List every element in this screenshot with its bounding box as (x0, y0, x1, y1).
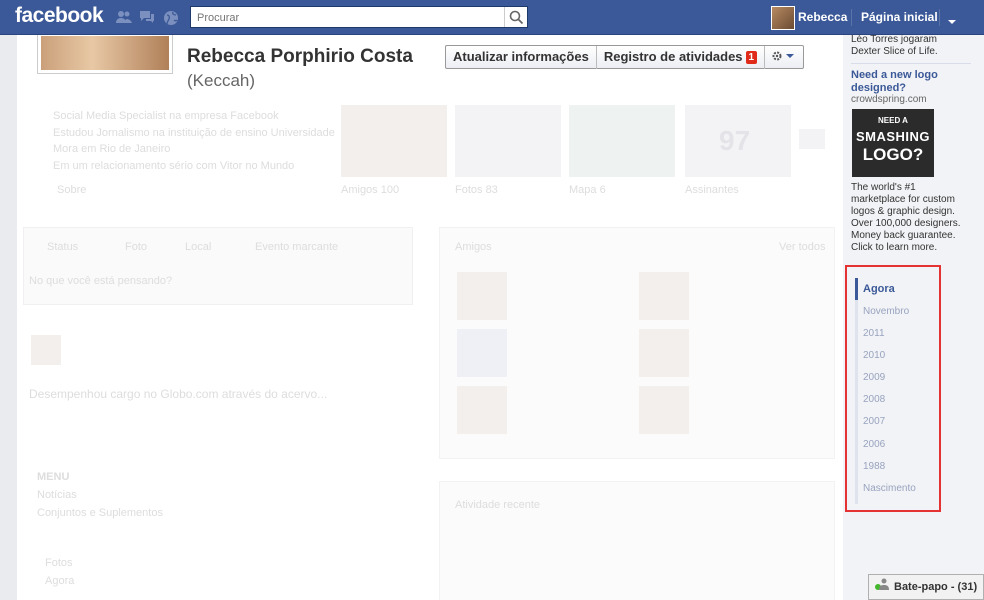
ad-divider (851, 63, 971, 64)
timeline-item-birth[interactable]: Nascimento (863, 483, 916, 494)
tile-label: Assinantes (685, 184, 739, 196)
subscribers-count: 97 (719, 125, 751, 156)
friend-thumb[interactable] (457, 329, 507, 377)
timeline-item-year[interactable]: 2010 (863, 350, 885, 361)
menu-item[interactable]: Agora (45, 575, 74, 587)
tile-label: Sobre (57, 184, 87, 196)
timeline-item-year[interactable]: 2011 (863, 328, 885, 339)
about-line: Mora em Rio de Janeiro (53, 143, 171, 155)
post-avatar (31, 335, 61, 365)
friend-thumb[interactable] (639, 272, 689, 320)
timeline-item-year[interactable]: 2007 (863, 416, 885, 427)
about-line: Estudou Jornalismo na instituição de ens… (53, 127, 335, 139)
composer-tab[interactable]: Local (185, 241, 211, 253)
user-avatar[interactable] (771, 6, 795, 30)
timeline-item-year[interactable]: 2008 (863, 394, 885, 405)
ad-body-line: Over 100,000 designers. (851, 218, 961, 229)
activity-log-label: Registro de atividades (603, 49, 743, 64)
timeline-item-month[interactable]: Novembro (863, 306, 909, 317)
ad-image[interactable]: NEED A SMASHING LOGO? (852, 109, 934, 177)
top-divider (939, 9, 940, 26)
menu-item[interactable]: Fotos (45, 557, 73, 569)
composer-box (23, 227, 413, 305)
search-button[interactable] (504, 7, 527, 27)
timeline-year-nav: Agora Novembro 2011 2010 2009 2008 2007 … (845, 265, 941, 512)
tiles-next-button[interactable] (799, 129, 825, 149)
notifications-globe-icon[interactable] (163, 10, 179, 25)
about-line: Em um relacionamento sério com Vitor no … (53, 160, 295, 172)
friend-thumb[interactable] (639, 329, 689, 377)
search-box (190, 6, 528, 28)
ad-body-line: The world's #1 (851, 182, 916, 193)
profile-nickname: (Keccah) (187, 71, 256, 90)
timeline-active-marker (855, 278, 858, 300)
profile-actions: Atualizar informações Registro de ativid… (445, 45, 805, 69)
gear-icon (772, 51, 795, 61)
ad-body-line: logos & graphic design. (851, 206, 955, 217)
timeline-item-now[interactable]: Agora (863, 283, 895, 295)
map-tile[interactable] (569, 105, 675, 177)
profile-name[interactable]: Rebecca Porphirio Costa (187, 46, 413, 68)
post-text: Desempenhou cargo no Globo.com através d… (29, 387, 328, 401)
home-link[interactable]: Página inicial (861, 10, 938, 24)
ad-context-line: Dexter Slice of Life. (851, 46, 938, 57)
friends-title: Amigos (455, 241, 492, 253)
friend-thumb[interactable] (457, 386, 507, 434)
chat-tab[interactable]: Bate-papo - (31) (868, 574, 984, 600)
menu-title: MENU (37, 471, 70, 483)
update-info-button[interactable]: Atualizar informações (446, 46, 597, 69)
settings-dropdown-button[interactable] (765, 46, 803, 69)
top-divider (851, 9, 852, 26)
about-line: Social Media Specialist na empresa Faceb… (53, 110, 279, 122)
ad-image-line: NEED A (878, 116, 908, 125)
tile-label: Amigos 100 (341, 184, 400, 196)
ad-context-line: Léo Torres jogaram (851, 34, 937, 45)
composer-tab[interactable]: Evento marcante (255, 241, 338, 253)
ad-body-line[interactable]: Click to learn more. (851, 242, 937, 254)
timeline-track (855, 278, 858, 504)
friend-requests-icon[interactable] (116, 10, 132, 24)
ad-image-line: SMASHING (855, 129, 931, 144)
messages-icon[interactable] (139, 10, 155, 24)
friends-see-all[interactable]: Ver todos (779, 241, 825, 253)
profile-main: Rebecca Porphirio Costa (Keccah) Atualiz… (17, 35, 843, 600)
ad-title[interactable]: Need a new logo designed? (851, 69, 976, 95)
facebook-logo[interactable]: facebook (15, 4, 104, 28)
timeline-item-year[interactable]: 2006 (863, 439, 885, 450)
search-input[interactable] (195, 8, 499, 28)
menu-item[interactable]: Notícias (37, 489, 77, 501)
menu-item[interactable]: Conjuntos e Suplementos (37, 507, 163, 519)
timeline-item-year[interactable]: 1988 (863, 461, 885, 472)
activity-log-button[interactable]: Registro de atividades 1 (597, 46, 766, 69)
ad-body-line: Money back guarantee. (851, 230, 956, 241)
chat-user-icon (879, 578, 889, 593)
search-icon (509, 10, 524, 25)
user-profile-link[interactable]: Rebecca (798, 10, 847, 24)
ad-body-line: marketplace for custom (851, 194, 955, 205)
top-bar: facebook Rebecca Página inicial (0, 0, 984, 35)
activity-count-badge: 1 (745, 51, 758, 64)
friends-tile[interactable] (341, 105, 447, 177)
recent-activity-title: Atividade recente (455, 499, 540, 511)
chat-label: Bate-papo - (31) (894, 581, 978, 593)
composer-tab[interactable]: Status (47, 241, 78, 253)
friend-thumb[interactable] (639, 386, 689, 434)
timeline-item-year[interactable]: 2009 (863, 372, 885, 383)
faded-timeline-content: Social Media Specialist na empresa Faceb… (17, 103, 843, 600)
account-menu-arrow-icon[interactable] (946, 13, 962, 27)
friend-thumb[interactable] (457, 272, 507, 320)
composer-tab[interactable]: Foto (125, 241, 147, 253)
ad-domain[interactable]: crowdspring.com (851, 94, 927, 106)
tile-label: Fotos 83 (455, 184, 498, 196)
tile-label: Mapa 6 (569, 184, 606, 196)
photos-tile[interactable] (455, 105, 561, 177)
ad-image-line: LOGO? (862, 145, 924, 164)
composer-input[interactable]: No que você está pensando? (29, 275, 172, 287)
profile-picture[interactable] (38, 35, 172, 73)
